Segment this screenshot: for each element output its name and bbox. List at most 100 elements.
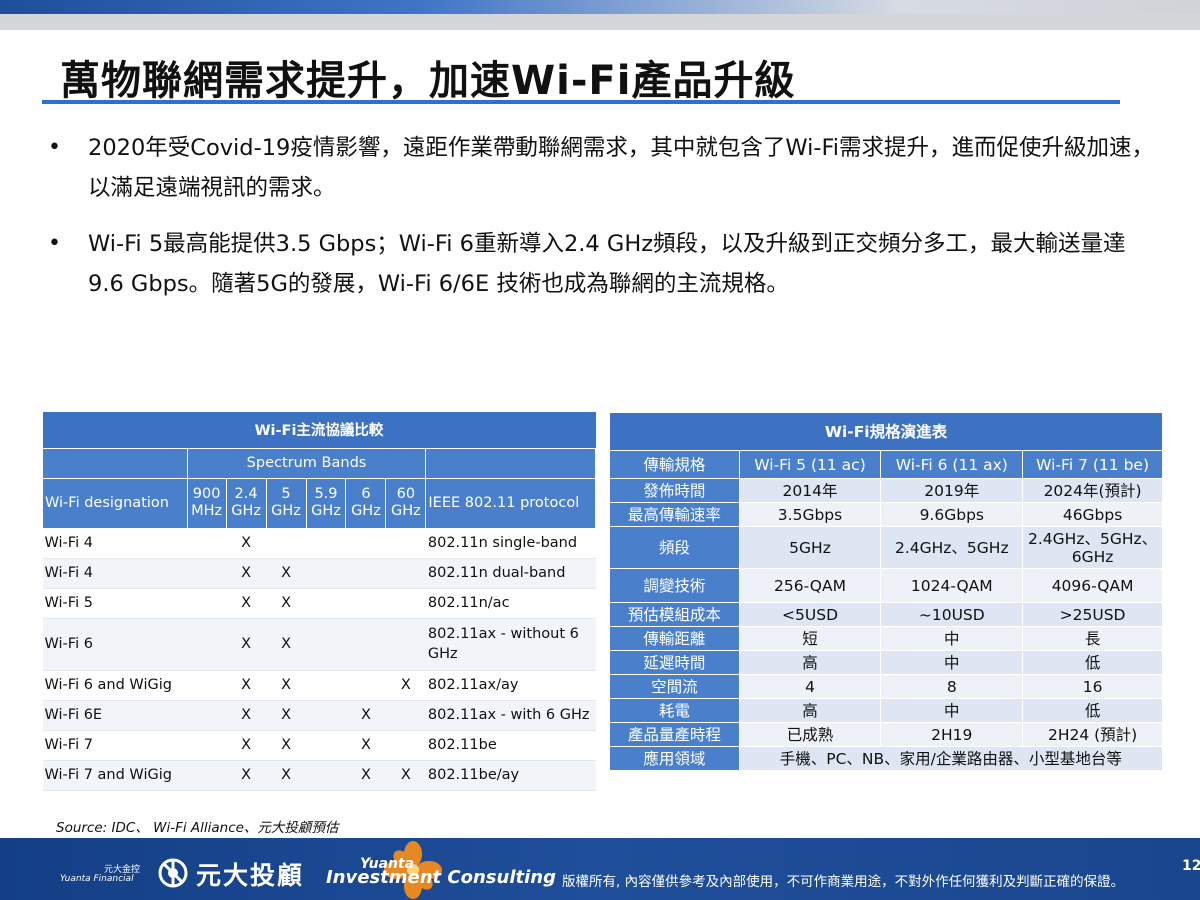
band-mark-cell <box>266 528 307 559</box>
band-mark-cell <box>385 730 426 761</box>
spec-header-cell: Wi-Fi 5 (11 ac) <box>738 450 882 479</box>
band-mark-cell <box>345 588 386 619</box>
spec-value-cell: 中 <box>880 650 1024 675</box>
table-row: 頻段 5GHz 2.4GHz、5GHz 2.4GHz、5GHz、6GHz <box>609 526 1163 569</box>
designation-cell: Wi-Fi 5 <box>42 588 188 619</box>
table-row: 最高傳輸速率 3.5Gbps 9.6Gbps 46Gbps <box>609 502 1163 527</box>
spec-value-cell: 中 <box>880 698 1024 723</box>
spec-row-label: 傳輸距離 <box>609 626 740 651</box>
band-mark-cell <box>385 528 426 559</box>
spec-evolution-table: Wi-Fi規格演進表 傳輸規格 Wi-Fi 5 (11 ac) Wi-Fi 6 … <box>609 412 1164 771</box>
protocol-rows: Wi-Fi 4 X 802.11n single-band Wi-Fi 4 X X 802.… <box>42 528 596 791</box>
table-row: 發佈時間 2014年 2019年 2024年(預計) <box>609 478 1163 503</box>
spec-value-cell: 46Gbps <box>1022 502 1163 527</box>
band-mark-cell: X <box>226 700 267 731</box>
band-mark-cell: X <box>226 558 267 589</box>
protocol-cell: 802.11be/ay <box>425 760 596 791</box>
spec-value-cell: ~10USD <box>880 602 1024 627</box>
spec-value-cell: 2H19 <box>880 722 1024 747</box>
spec-value-cell: <5USD <box>738 602 882 627</box>
disclaimer-text: 版權所有, 內容僅供參考及內部使用，不可作商業用途，不對外作任何獲利及判斷正確的… <box>562 874 1125 890</box>
band-mark-cell: X <box>226 528 267 559</box>
spec-value-cell: 16 <box>1022 674 1163 699</box>
protocol-table-title: Wi-Fi主流協議比較 <box>42 412 596 448</box>
spec-row-label: 預估模組成本 <box>609 602 740 627</box>
protocol-cell: 802.11ax - with 6 GHz <box>425 700 596 731</box>
band-mark-cell <box>187 588 227 619</box>
band-mark-cell <box>345 558 386 589</box>
band-mark-cell <box>187 558 227 589</box>
band-mark-cell <box>187 528 227 559</box>
band-mark-cell <box>306 528 346 559</box>
band-mark-cell: X <box>266 558 307 589</box>
spec-value-cell: 2.4GHz、5GHz、6GHz <box>1022 526 1163 569</box>
table-row: 傳輸距離短中長 <box>609 626 1163 651</box>
table-row: Wi-Fi 4 X 802.11n single-band <box>42 528 596 559</box>
band-mark-cell: X <box>345 760 386 791</box>
table-row: 延遲時間高中低 <box>609 650 1163 675</box>
bullet-item: • Wi-Fi 5最高能提供3.5 Gbps；Wi-Fi 6重新導入2.4 GH… <box>48 224 1158 304</box>
spec-table-title: Wi-Fi規格演進表 <box>609 412 1163 451</box>
band-mark-cell <box>306 700 346 731</box>
footer-bar: 元大金控 Yuanta Financial 元大投顧 Yuanta Invest… <box>0 838 1200 900</box>
band-mark-cell <box>187 670 227 701</box>
band-mark-cell: X <box>266 618 307 671</box>
band-mark-cell <box>187 700 227 731</box>
band-header: 2.4 GHz <box>225 477 267 529</box>
band-mark-cell: X <box>345 700 386 731</box>
band-mark-cell: X <box>266 670 307 701</box>
bullet-text: Wi-Fi 5最高能提供3.5 Gbps；Wi-Fi 6重新導入2.4 GHz頻… <box>88 231 1126 297</box>
spec-value-cell: 9.6Gbps <box>880 502 1024 527</box>
protocol-comparison-table: Wi-Fi主流協議比較 Spectrum Bands Wi-Fi designa… <box>42 412 596 791</box>
band-mark-cell <box>306 618 346 671</box>
bullet-dot-icon: • <box>48 231 61 256</box>
title-rule <box>42 100 1120 104</box>
table-row: Wi-Fi 4 X X 802.11n dual-band <box>42 558 596 589</box>
band-mark-cell: X <box>226 670 267 701</box>
protocol-cell: 802.11ax - without 6 GHz <box>425 618 596 671</box>
table-row: Wi-Fi 5 X X 802.11n/ac <box>42 588 596 619</box>
band-mark-cell: X <box>226 760 267 791</box>
spec-row-label: 最高傳輸速率 <box>609 502 740 527</box>
bullet-text: 2020年受Covid-19疫情影響，遠距作業帶動聯網需求，其中就包含了Wi-F… <box>88 135 1155 201</box>
band-mark-cell: X <box>266 760 307 791</box>
spec-value-cell: 1024-QAM <box>880 568 1024 603</box>
spec-value-cell: 3.5Gbps <box>738 502 882 527</box>
yuanta-logo-icon <box>158 858 188 888</box>
band-mark-cell <box>385 618 426 671</box>
spec-header-cell: Wi-Fi 6 (11 ax) <box>880 450 1024 479</box>
spec-row-label: 耗電 <box>609 698 740 723</box>
band-mark-cell: X <box>266 730 307 761</box>
designation-cell: Wi-Fi 6 and WiGig <box>42 670 188 701</box>
band-header: 5 GHz <box>265 477 307 529</box>
band-mark-cell <box>345 528 386 559</box>
band-mark-cell <box>345 618 386 671</box>
designation-cell: Wi-Fi 7 and WiGig <box>42 760 188 791</box>
spec-value-cell: 4096-QAM <box>1022 568 1163 603</box>
table-row: Wi-Fi 7 X X X 802.11be <box>42 730 596 761</box>
spec-row-label: 發佈時間 <box>609 478 740 503</box>
spectrum-bands-header: Spectrum Bands <box>186 447 427 479</box>
spec-value-cell: 低 <box>1022 650 1163 675</box>
band-mark-cell: X <box>226 730 267 761</box>
band-header: 60 GHz <box>385 477 427 529</box>
page-number: 12 <box>1182 858 1200 874</box>
spec-row-label: 調變技術 <box>609 568 740 603</box>
protocol-cell: 802.11n dual-band <box>425 558 596 589</box>
designation-cell: Wi-Fi 4 <box>42 528 188 559</box>
spec-value-cell: 中 <box>880 626 1024 651</box>
spec-header-cell: 傳輸規格 <box>609 450 740 479</box>
table-row: Wi-Fi 6 X X 802.11ax - without 6 GHz <box>42 618 596 671</box>
spec-value-cell: 長 <box>1022 626 1163 651</box>
table-row: 空間流 4 8 16 <box>609 674 1163 699</box>
spec-value-cell: 高 <box>738 650 882 675</box>
band-mark-cell <box>306 588 346 619</box>
designation-cell: Wi-Fi 6 <box>42 618 188 671</box>
band-mark-cell <box>306 670 346 701</box>
spec-value-cell: >25USD <box>1022 602 1163 627</box>
band-mark-cell <box>306 730 346 761</box>
company-name: 元大投顧 <box>196 861 305 890</box>
band-header: 900 MHz <box>186 477 227 529</box>
band-mark-cell <box>385 700 426 731</box>
protocol-cell: 802.11n single-band <box>425 528 596 559</box>
